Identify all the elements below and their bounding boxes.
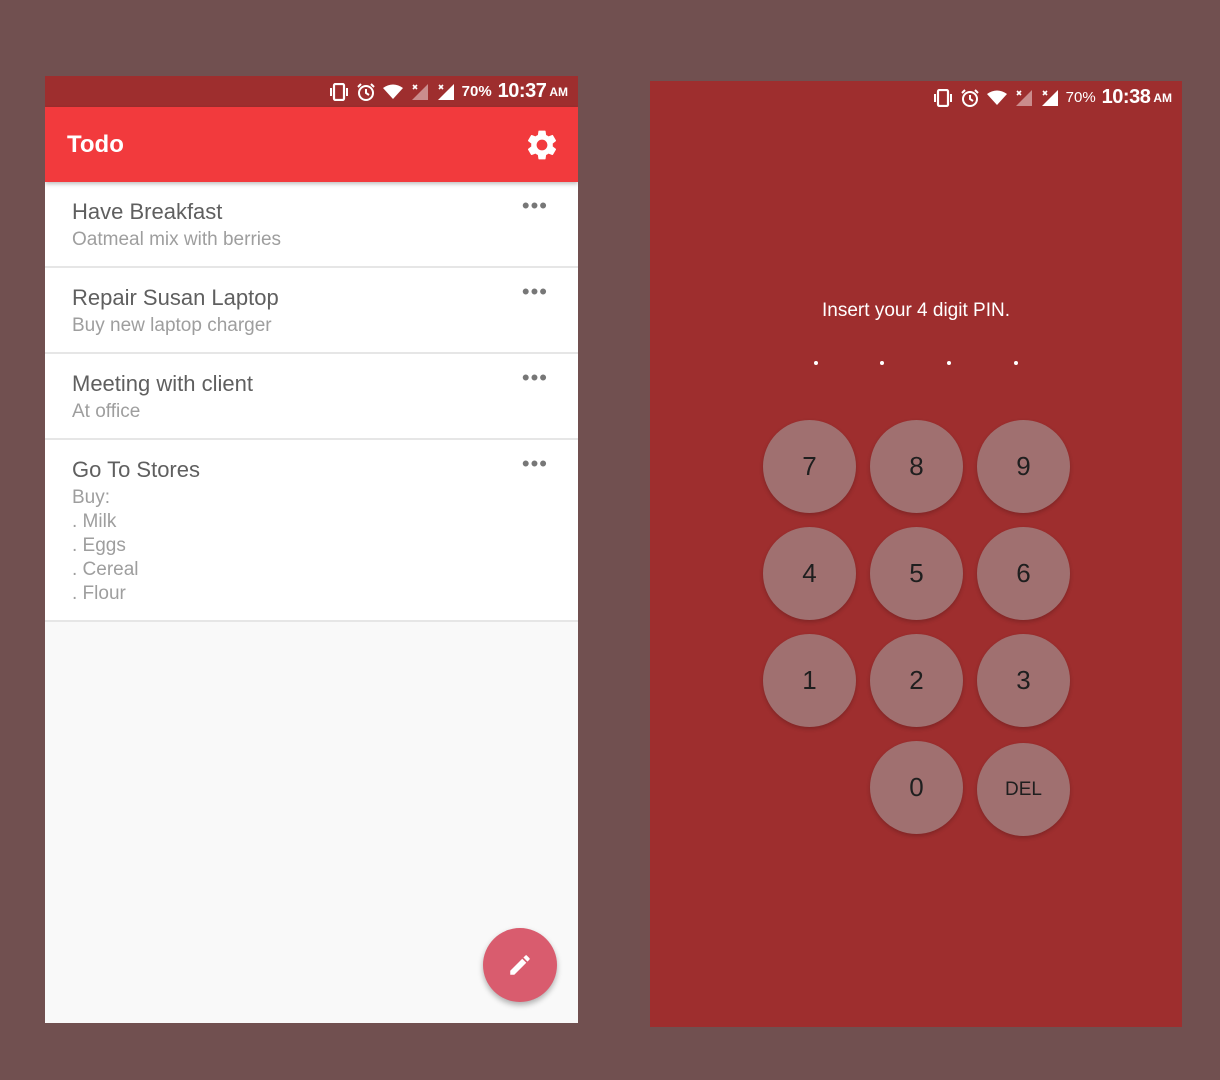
todo-screen: 70% 10:37 AM Todo Have Breakfast Oatmeal… xyxy=(45,76,578,1023)
pin-dot xyxy=(1014,361,1018,365)
todo-description: Buy: . Milk . Eggs . Cereal . Flour xyxy=(72,487,139,604)
pin-dot xyxy=(814,361,818,365)
key-2[interactable]: 2 xyxy=(870,634,963,727)
key-7[interactable]: 7 xyxy=(763,420,856,513)
key-8[interactable]: 8 xyxy=(870,420,963,513)
signal-no-data-icon xyxy=(1014,89,1034,107)
todo-description: Buy new laptop charger xyxy=(72,315,272,336)
vibrate-icon xyxy=(328,82,350,101)
pin-indicator xyxy=(650,349,1182,369)
todo-title: Repair Susan Laptop xyxy=(72,285,279,310)
todo-title: Meeting with client xyxy=(72,371,253,396)
key-4[interactable]: 4 xyxy=(763,527,856,620)
key-9[interactable]: 9 xyxy=(977,420,1070,513)
pin-dot xyxy=(947,361,951,365)
battery-percent: 70% xyxy=(461,83,492,100)
todo-description: Oatmeal mix with berries xyxy=(72,229,282,250)
battery-percent: 70% xyxy=(1065,89,1096,106)
key-5[interactable]: 5 xyxy=(870,527,963,620)
settings-button[interactable] xyxy=(522,125,562,165)
todo-item[interactable]: Have Breakfast Oatmeal mix with berries … xyxy=(45,182,578,268)
pin-dot xyxy=(880,361,884,365)
todo-item[interactable]: Meeting with client At office ••• xyxy=(45,354,578,440)
todo-item[interactable]: Go To Stores Buy: . Milk . Eggs . Cereal… xyxy=(45,440,578,622)
status-time: 10:37 xyxy=(497,80,547,102)
todo-list: Have Breakfast Oatmeal mix with berries … xyxy=(45,182,578,622)
gear-icon xyxy=(527,130,557,159)
key-6[interactable]: 6 xyxy=(977,527,1070,620)
more-options-icon[interactable]: ••• xyxy=(522,281,548,303)
signal-icon xyxy=(1040,89,1060,107)
key-1[interactable]: 1 xyxy=(763,634,856,727)
delete-button[interactable]: DEL xyxy=(977,743,1070,836)
pin-screen: 70% 10:38 AM Insert your 4 digit PIN. 7 … xyxy=(650,81,1182,1027)
app-title: Todo xyxy=(67,130,124,158)
status-bar: 70% 10:38 AM xyxy=(650,81,1182,114)
pin-prompt: Insert your 4 digit PIN. xyxy=(822,300,1010,321)
todo-title: Have Breakfast xyxy=(72,199,223,224)
alarm-icon xyxy=(356,82,376,102)
wifi-icon xyxy=(382,84,404,100)
status-bar: 70% 10:37 AM xyxy=(45,76,578,107)
todo-description: At office xyxy=(72,401,141,422)
pencil-icon xyxy=(510,955,530,975)
key-3[interactable]: 3 xyxy=(977,634,1070,727)
signal-no-data-icon xyxy=(410,83,430,101)
add-todo-button[interactable] xyxy=(483,928,557,1002)
status-ampm: AM xyxy=(1153,90,1172,105)
wifi-icon xyxy=(986,90,1008,106)
alarm-icon xyxy=(960,88,980,108)
app-bar: Todo xyxy=(45,107,578,182)
todo-title: Go To Stores xyxy=(72,457,200,482)
more-options-icon[interactable]: ••• xyxy=(522,195,548,217)
more-options-icon[interactable]: ••• xyxy=(522,367,548,389)
more-options-icon[interactable]: ••• xyxy=(522,453,548,475)
signal-icon xyxy=(436,83,456,101)
status-ampm: AM xyxy=(549,84,568,99)
todo-item[interactable]: Repair Susan Laptop Buy new laptop charg… xyxy=(45,268,578,354)
status-time: 10:38 xyxy=(1101,86,1151,108)
key-0[interactable]: 0 xyxy=(870,741,963,834)
vibrate-icon xyxy=(932,88,954,107)
